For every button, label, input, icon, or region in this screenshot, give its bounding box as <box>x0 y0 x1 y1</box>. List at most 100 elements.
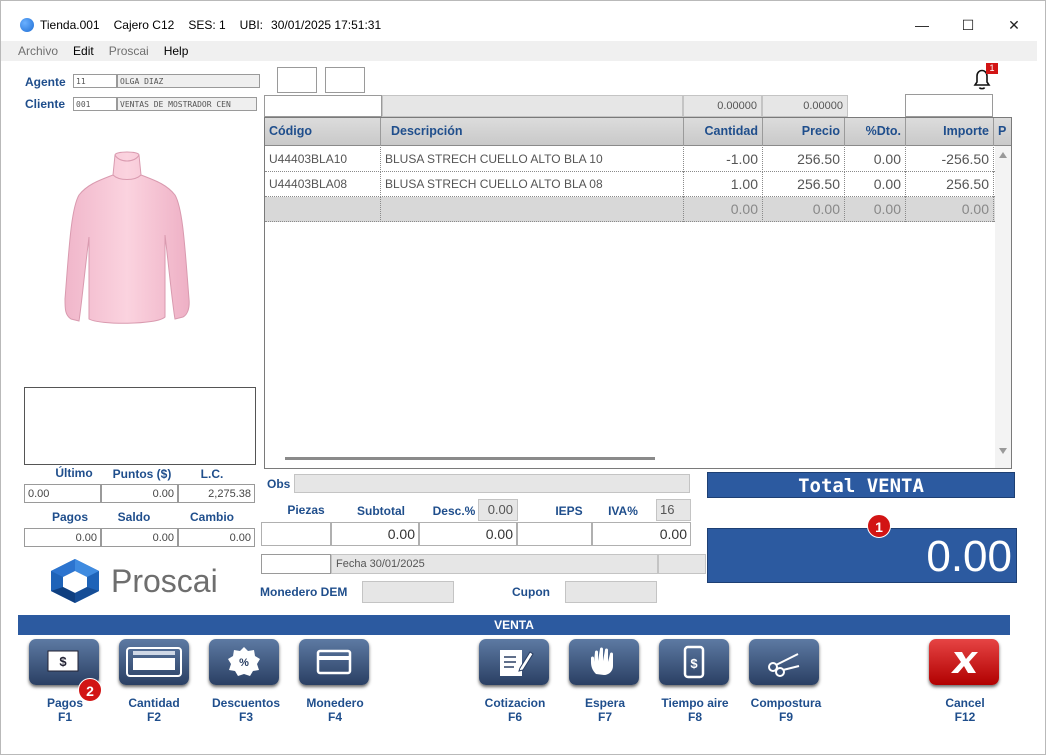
cell-qty: -1.00 <box>684 147 763 172</box>
client-code-field[interactable]: 001 <box>73 97 117 111</box>
obs-field[interactable] <box>294 474 690 493</box>
cancel-button[interactable] <box>929 639 999 685</box>
header-field-c[interactable] <box>905 94 993 117</box>
menu-help[interactable]: Help <box>164 44 189 58</box>
cotizacion-button[interactable] <box>479 639 549 685</box>
scroll-up-icon[interactable] <box>999 152 1007 158</box>
cell-price: 0.00 <box>763 197 845 222</box>
cell-price: 256.50 <box>763 147 845 172</box>
cancel-x-icon <box>951 652 978 673</box>
ultimo-label: Último <box>55 466 93 480</box>
cupon-label: Cupon <box>512 585 550 599</box>
menu-archivo[interactable]: Archivo <box>18 44 58 58</box>
agent-label: Agente <box>25 75 66 89</box>
close-button[interactable]: ✕ <box>991 9 1037 41</box>
col-codigo[interactable]: Código <box>265 118 381 146</box>
espera-button[interactable] <box>569 639 639 685</box>
menu-bar: Archivo Edit Proscai Help <box>1 41 1037 61</box>
tiempo-aire-button[interactable]: $ <box>659 639 729 685</box>
cell-code: U44403BLA10 <box>265 147 381 172</box>
hand-stop-icon <box>591 647 613 675</box>
cell-qty: 0.00 <box>684 197 763 222</box>
col-descripcion[interactable]: Descripción <box>381 118 684 146</box>
ieps-value <box>517 522 592 546</box>
mobile-phone-icon: $ <box>683 645 705 679</box>
tiempo-aire-button-label: Tiempo aire F8 <box>661 696 729 724</box>
agent-name-field: OLGA DIAZ <box>117 74 260 88</box>
product-image <box>57 149 197 345</box>
notification-count: 1 <box>986 63 998 74</box>
cotizacion-button-label: Cotizacion F6 <box>484 696 546 724</box>
iva-percent-value[interactable]: 16 <box>656 499 691 521</box>
lc-label: L.C. <box>200 467 224 481</box>
ultimo-value: 0.00 <box>24 484 101 503</box>
grid-header: Código Descripción Cantidad Precio %Dto.… <box>265 118 1011 146</box>
header-value-2: 0.00000 <box>762 95 848 117</box>
menu-edit[interactable]: Edit <box>73 44 94 58</box>
notification-bell-icon[interactable]: 1 <box>967 63 998 93</box>
scroll-down-icon[interactable] <box>999 448 1007 454</box>
maximize-button[interactable]: ☐ <box>945 9 991 41</box>
title-bar: Tienda.001 Cajero C12 SES: 1 UBI: 30/01/… <box>1 9 1037 41</box>
card-icon <box>316 649 352 675</box>
saldo-value: 0.00 <box>101 528 178 547</box>
cell-desc: BLUSA STRECH CUELLO ALTO BLA 10 <box>381 147 684 172</box>
grid-horizontal-scrollbar[interactable] <box>285 457 655 460</box>
iva-amount-value: 0.00 <box>592 522 691 546</box>
proscai-logo-icon <box>51 559 99 603</box>
col-p[interactable]: P <box>994 118 1011 146</box>
notes-box <box>24 387 256 465</box>
svg-text:%: % <box>239 657 249 669</box>
discount-badge-icon: % <box>228 647 260 676</box>
col-importe[interactable]: Importe <box>906 118 994 146</box>
cantidad-button-label: Cantidad F2 <box>128 696 180 724</box>
top-box-2[interactable] <box>325 67 365 93</box>
piezas-value <box>261 522 331 546</box>
grid-vertical-scrollbar[interactable] <box>995 146 1011 468</box>
monedero-dem-field[interactable] <box>362 581 454 603</box>
cell-amount: -256.50 <box>906 147 994 172</box>
agent-code-field[interactable]: 11 <box>73 74 117 88</box>
menu-proscai[interactable]: Proscai <box>109 44 149 58</box>
cell-code <box>265 197 381 222</box>
iva-label: IVA% <box>608 504 638 518</box>
table-row-empty[interactable]: 0.00 0.00 0.00 0.00 <box>265 197 995 222</box>
cell-code: U44403BLA08 <box>265 172 381 197</box>
header-field-b <box>382 95 683 117</box>
quote-edit-icon <box>500 650 534 676</box>
venta-bar: VENTA <box>18 615 1010 635</box>
piezas-label: Piezas <box>287 503 325 517</box>
total-venta-title: Total VENTA <box>707 472 1015 498</box>
col-dto[interactable]: %Dto. <box>845 118 906 146</box>
fecha-field: Fecha 30/01/2025 <box>331 554 658 574</box>
pagos-label: Pagos <box>51 510 88 524</box>
subtotal-label: Subtotal <box>357 504 405 518</box>
proscai-logo-text: Proscai <box>111 562 218 599</box>
client-label: Cliente <box>25 97 66 111</box>
pagos-button-label: Pagos F1 <box>46 696 83 724</box>
proscai-logo: Proscai <box>47 557 218 605</box>
descuentos-button[interactable]: % <box>209 639 279 685</box>
descuentos-button-label: Descuentos F3 <box>211 696 281 724</box>
monedero-button[interactable] <box>299 639 369 685</box>
window-controls: — ☐ ✕ <box>899 9 1037 41</box>
obs-label: Obs <box>267 477 291 491</box>
header-value-1: 0.00000 <box>683 95 762 117</box>
compostura-button[interactable] <box>749 639 819 685</box>
subtotal-value: 0.00 <box>331 522 419 546</box>
top-box-1[interactable] <box>277 67 317 93</box>
fecha-prefix-box[interactable] <box>261 554 331 574</box>
cell-disc: 0.00 <box>845 172 906 197</box>
title-cashier: Cajero C12 <box>113 18 175 32</box>
title-datetime: 30/01/2025 17:51:31 <box>271 18 382 32</box>
minimize-button[interactable]: — <box>899 9 945 41</box>
col-cantidad[interactable]: Cantidad <box>684 118 763 146</box>
table-row[interactable]: U44403BLA08 BLUSA STRECH CUELLO ALTO BLA… <box>265 172 995 197</box>
cantidad-button[interactable] <box>119 639 189 685</box>
cell-qty: 1.00 <box>684 172 763 197</box>
table-row[interactable]: U44403BLA10 BLUSA STRECH CUELLO ALTO BLA… <box>265 147 995 172</box>
header-field-a[interactable] <box>264 95 382 117</box>
col-precio[interactable]: Precio <box>763 118 845 146</box>
cupon-field[interactable] <box>565 581 657 603</box>
desc-percent-value[interactable]: 0.00 <box>478 499 518 521</box>
